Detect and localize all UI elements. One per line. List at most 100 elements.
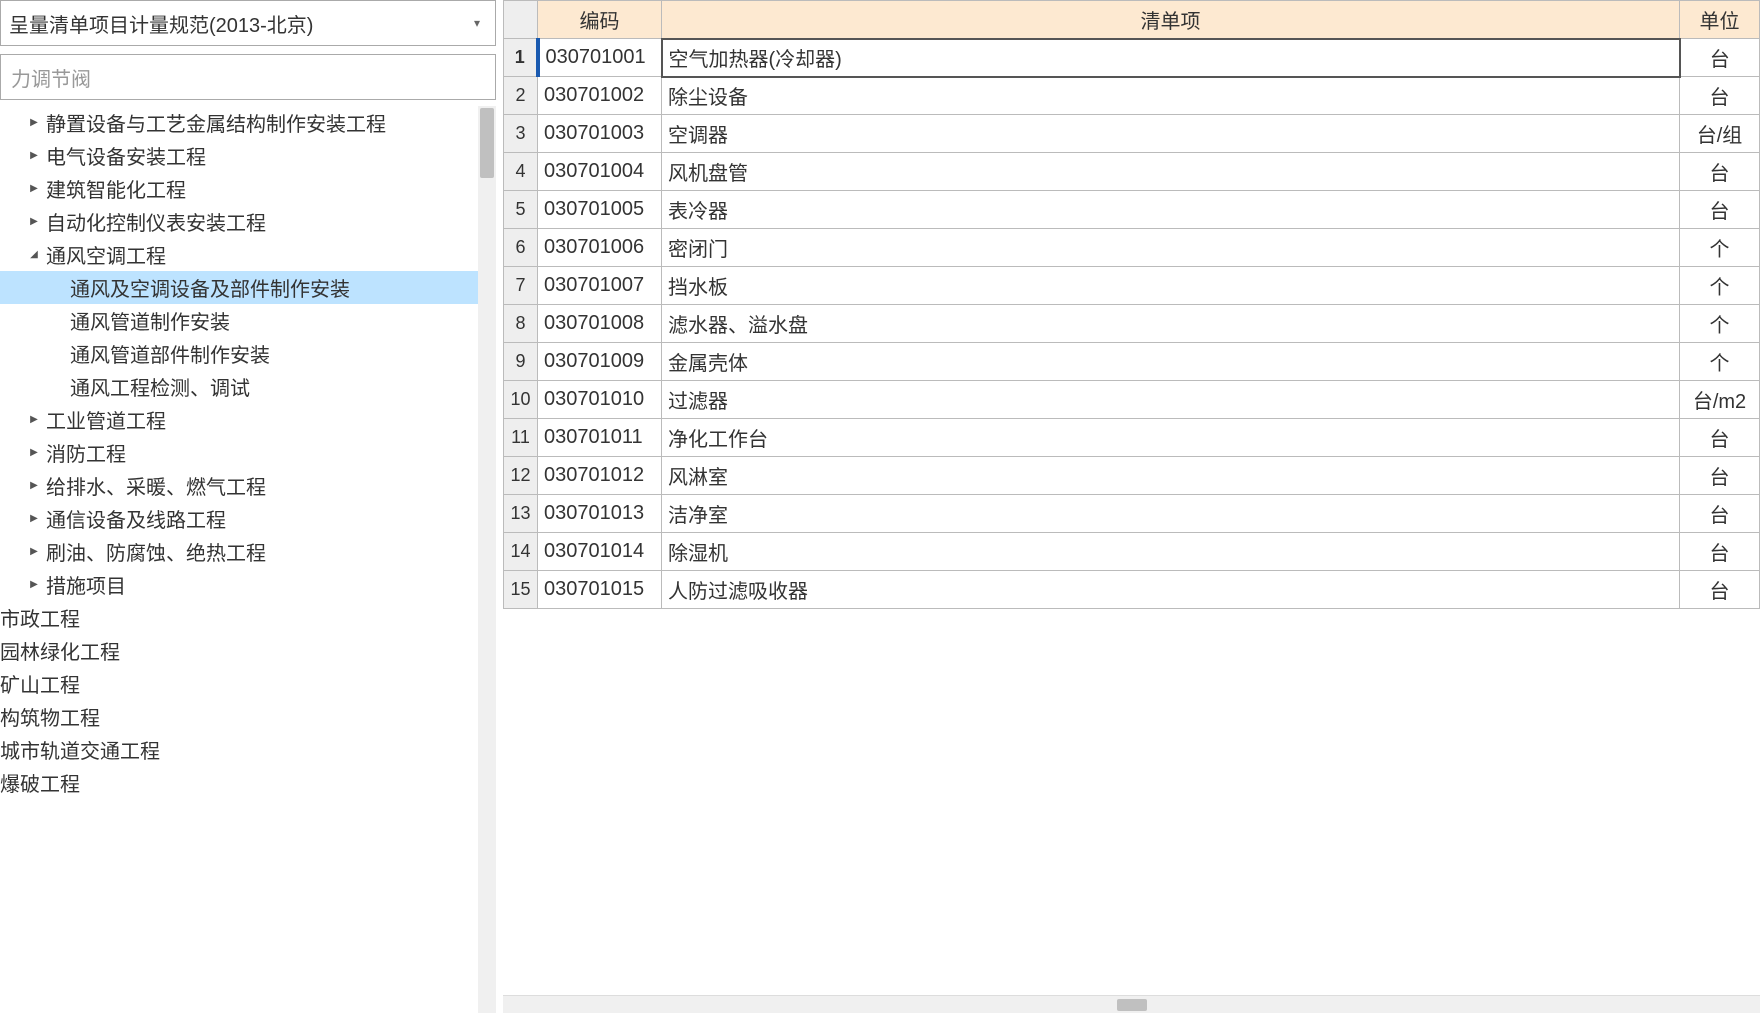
caret-right-icon[interactable]: ▶ [26,117,42,128]
cell-unit[interactable]: 台 [1680,571,1760,609]
cell-code[interactable]: 030701014 [538,533,662,571]
grid-corner[interactable] [504,1,538,39]
cell-item[interactable]: 除尘设备 [662,77,1680,115]
tree-item[interactable]: ▶建筑智能化工程 [0,172,478,205]
tree-item[interactable]: 城市轨道交通工程 [0,733,478,766]
tree-scrollbar-thumb[interactable] [480,108,494,178]
tree-item[interactable]: ▶刷油、防腐蚀、绝热工程 [0,535,478,568]
cell-unit[interactable]: 台 [1680,77,1760,115]
caret-right-icon[interactable]: ▶ [26,183,42,194]
cell-unit[interactable]: 台/m2 [1680,381,1760,419]
cell-unit[interactable]: 个 [1680,267,1760,305]
grid-hscrollbar-thumb[interactable] [1117,999,1147,1011]
tree-item[interactable]: 通风管道部件制作安装 [0,337,478,370]
table-row[interactable]: 11030701011净化工作台台 [504,419,1760,457]
cell-unit[interactable]: 台 [1680,191,1760,229]
row-number[interactable]: 3 [504,115,538,153]
caret-right-icon[interactable]: ▶ [26,480,42,491]
tree-item[interactable]: ▶措施项目 [0,568,478,601]
caret-right-icon[interactable]: ▶ [26,447,42,458]
cell-item[interactable]: 空调器 [662,115,1680,153]
cell-unit[interactable]: 台 [1680,457,1760,495]
cell-item[interactable]: 滤水器、溢水盘 [662,305,1680,343]
cell-unit[interactable]: 个 [1680,305,1760,343]
cell-code[interactable]: 030701003 [538,115,662,153]
cell-code[interactable]: 030701008 [538,305,662,343]
cell-unit[interactable]: 台 [1680,39,1760,77]
row-number[interactable]: 6 [504,229,538,267]
cell-unit[interactable]: 个 [1680,343,1760,381]
tree-item[interactable]: 园林绿化工程 [0,634,478,667]
tree-item[interactable]: 爆破工程 [0,766,478,799]
tree-item[interactable]: 矿山工程 [0,667,478,700]
table-row[interactable]: 4030701004风机盘管台 [504,153,1760,191]
cell-code[interactable]: 030701004 [538,153,662,191]
col-header-unit[interactable]: 单位 [1680,1,1760,39]
table-row[interactable]: 3030701003空调器台/组 [504,115,1760,153]
table-row[interactable]: 13030701013洁净室台 [504,495,1760,533]
caret-right-icon[interactable]: ▶ [26,414,42,425]
items-grid[interactable]: 编码 清单项 单位 1030701001空气加热器(冷却器)台203070100… [503,0,1760,609]
row-number[interactable]: 1 [504,39,538,77]
row-number[interactable]: 11 [504,419,538,457]
table-row[interactable]: 5030701005表冷器台 [504,191,1760,229]
tree-item[interactable]: ▶工业管道工程 [0,403,478,436]
cell-code[interactable]: 030701005 [538,191,662,229]
cell-item[interactable]: 密闭门 [662,229,1680,267]
cell-code[interactable]: 030701010 [538,381,662,419]
col-header-item[interactable]: 清单项 [662,1,1680,39]
row-number[interactable]: 15 [504,571,538,609]
cell-item[interactable]: 过滤器 [662,381,1680,419]
cell-item[interactable]: 净化工作台 [662,419,1680,457]
table-row[interactable]: 9030701009金属壳体个 [504,343,1760,381]
cell-item[interactable]: 风机盘管 [662,153,1680,191]
tree-item[interactable]: ▶静置设备与工艺金属结构制作安装工程 [0,106,478,139]
tree-item[interactable]: ▶消防工程 [0,436,478,469]
search-box[interactable] [0,54,496,100]
cell-item[interactable]: 挡水板 [662,267,1680,305]
row-number[interactable]: 7 [504,267,538,305]
cell-unit[interactable]: 台 [1680,153,1760,191]
tree-item[interactable]: 通风及空调设备及部件制作安装 [0,271,478,304]
table-row[interactable]: 8030701008滤水器、溢水盘个 [504,305,1760,343]
cell-unit[interactable]: 台/组 [1680,115,1760,153]
row-number[interactable]: 10 [504,381,538,419]
caret-right-icon[interactable]: ▶ [26,150,42,161]
tree-item[interactable]: 市政工程 [0,601,478,634]
table-row[interactable]: 2030701002除尘设备台 [504,77,1760,115]
cell-code[interactable]: 030701015 [538,571,662,609]
cell-code[interactable]: 030701012 [538,457,662,495]
cell-code[interactable]: 030701002 [538,77,662,115]
cell-item[interactable]: 除湿机 [662,533,1680,571]
row-number[interactable]: 2 [504,77,538,115]
cell-unit[interactable]: 台 [1680,533,1760,571]
table-row[interactable]: 7030701007挡水板个 [504,267,1760,305]
cell-item[interactable]: 表冷器 [662,191,1680,229]
row-number[interactable]: 13 [504,495,538,533]
table-row[interactable]: 12030701012风淋室台 [504,457,1760,495]
cell-code[interactable]: 030701009 [538,343,662,381]
cell-item[interactable]: 洁净室 [662,495,1680,533]
cell-unit[interactable]: 台 [1680,495,1760,533]
tree-item[interactable]: 构筑物工程 [0,700,478,733]
cell-unit[interactable]: 个 [1680,229,1760,267]
tree-item[interactable]: ▶自动化控制仪表安装工程 [0,205,478,238]
cell-code[interactable]: 030701011 [538,419,662,457]
row-number[interactable]: 4 [504,153,538,191]
row-number[interactable]: 12 [504,457,538,495]
tree-scrollbar[interactable] [478,106,496,1013]
cell-code[interactable]: 030701013 [538,495,662,533]
cell-item[interactable]: 人防过滤吸收器 [662,571,1680,609]
row-number[interactable]: 14 [504,533,538,571]
caret-right-icon[interactable]: ▶ [26,546,42,557]
cell-item[interactable]: 金属壳体 [662,343,1680,381]
tree-item[interactable]: 通风工程检测、调试 [0,370,478,403]
table-row[interactable]: 6030701006密闭门个 [504,229,1760,267]
table-row[interactable]: 15030701015人防过滤吸收器台 [504,571,1760,609]
table-row[interactable]: 10030701010过滤器台/m2 [504,381,1760,419]
row-number[interactable]: 8 [504,305,538,343]
spec-dropdown[interactable]: 呈量清单项目计量规范(2013-北京) ▾ [0,0,496,46]
tree-item[interactable]: ◢通风空调工程 [0,238,478,271]
table-row[interactable]: 14030701014除湿机台 [504,533,1760,571]
table-row[interactable]: 1030701001空气加热器(冷却器)台 [504,39,1760,77]
